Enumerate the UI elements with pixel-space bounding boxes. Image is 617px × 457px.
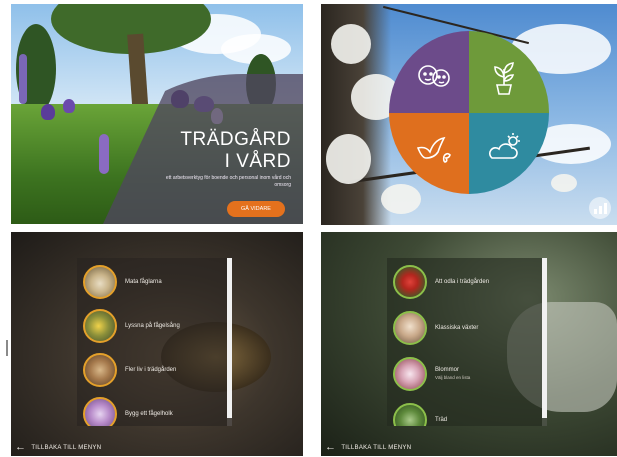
menu-wildlife-button[interactable] [389, 112, 469, 194]
item-label: Mata fåglarna [125, 279, 162, 285]
list-item[interactable]: Att odla i trädgården [393, 262, 537, 302]
menu-wheel [389, 31, 549, 194]
plants-list-panel: Att odla i trädgården Klassiska växter B… [321, 232, 617, 456]
hero-panel: TRÄDGÅRD I VÅRD ett arbetsverktyg för bo… [11, 4, 303, 224]
menu-plants-button[interactable] [469, 31, 549, 113]
list-item[interactable]: Mata fåglarna [83, 262, 222, 302]
item-thumbnail [393, 265, 427, 299]
item-thumbnail [393, 311, 427, 345]
iris-flower [41, 104, 55, 120]
lavender-spike [19, 54, 27, 104]
item-thumbnail [393, 403, 427, 426]
bar-chart-icon [603, 203, 607, 214]
activity-list: Mata fåglarna Lyssna på fågelsång Fler l… [77, 258, 232, 426]
statistics-button[interactable] [589, 197, 611, 219]
list-item[interactable]: Träd [393, 400, 537, 426]
potted-plant-icon [494, 61, 515, 95]
scrollbar-thumb[interactable] [227, 258, 232, 418]
menu-panel [321, 4, 617, 225]
menu-weather-button[interactable] [469, 112, 549, 194]
back-to-menu-link[interactable]: ← TILLBAKA TILL MENYN [325, 441, 412, 453]
title-line-2: I VÅRD [224, 151, 291, 172]
page-title: TRÄDGÅRD I VÅRD [151, 129, 291, 173]
arrow-left-icon: ← [325, 441, 337, 453]
item-label: Klassiska växter [435, 325, 479, 331]
item-thumbnail [83, 265, 117, 299]
divider [6, 340, 8, 356]
bar-chart-icon [598, 206, 602, 214]
list-item[interactable]: Klassiska växter [393, 308, 537, 348]
item-label: Träd [435, 417, 448, 423]
menu-people-button[interactable] [389, 31, 469, 113]
back-label: TILLBAKA TILL MENYN [341, 444, 412, 451]
item-label: Att odla i trädgården [435, 279, 490, 285]
item-sublabel: Välj bland en lista [435, 375, 471, 380]
title-line-1: TRÄDGÅRD [180, 129, 291, 150]
blossom-cluster [326, 134, 371, 184]
item-label: Fler liv i trädgården [125, 367, 177, 373]
list-item[interactable]: Bygg ett fågelholk [83, 394, 222, 426]
continue-button[interactable]: GÅ VIDARE [227, 201, 285, 217]
sun-cloud-icon [489, 133, 520, 160]
iris-flower [63, 99, 75, 113]
bar-chart-icon [593, 209, 597, 214]
list-item[interactable]: Fler liv i trädgården [83, 350, 222, 390]
activity-list: Att odla i trädgården Klassiska växter B… [387, 258, 547, 426]
arrow-left-icon: ← [15, 441, 27, 453]
item-thumbnail [83, 353, 117, 387]
item-label-group: Blommor Välj bland en lista [435, 366, 470, 382]
item-thumbnail [83, 309, 117, 343]
list-item[interactable]: Blommor Välj bland en lista [393, 354, 537, 394]
list-scrollbar[interactable] [542, 258, 547, 426]
subtitle: ett arbetsverktyg för boende och persona… [165, 175, 291, 188]
people-faces-icon [418, 64, 450, 87]
item-thumbnail [83, 397, 117, 426]
list-scrollbar[interactable] [227, 258, 232, 426]
item-thumbnail [393, 357, 427, 391]
back-label: TILLBAKA TILL MENYN [31, 444, 102, 451]
item-label: Lyssna på fågelsång [125, 323, 180, 329]
item-label: Bygg ett fågelholk [125, 411, 173, 417]
list-item[interactable]: Lyssna på fågelsång [83, 306, 222, 346]
bird-butterfly-icon [416, 137, 451, 164]
blossom-cluster [331, 24, 371, 64]
blossom-cluster [551, 174, 577, 192]
birds-list-panel: Mata fåglarna Lyssna på fågelsång Fler l… [11, 232, 303, 456]
back-to-menu-link[interactable]: ← TILLBAKA TILL MENYN [15, 441, 102, 453]
scrollbar-thumb[interactable] [542, 258, 547, 418]
item-label: Blommor [435, 367, 460, 373]
lavender-spike [99, 134, 109, 174]
